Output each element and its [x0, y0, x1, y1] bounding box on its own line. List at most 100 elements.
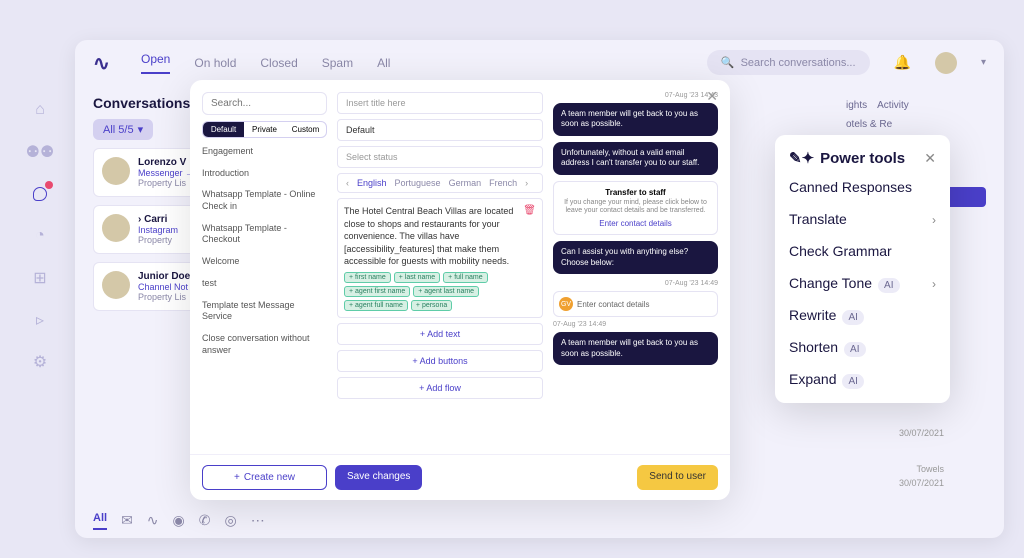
template-search-input[interactable]	[202, 92, 327, 115]
template-modal: ✕ Default Private Custom Engagement Intro…	[190, 80, 730, 500]
filter-all[interactable]: All 5/5 ▾	[93, 119, 153, 140]
loop-icon[interactable]: ∿	[147, 512, 159, 530]
timestamp: 07-Aug '23 14:49	[553, 321, 718, 328]
whatsapp-icon[interactable]: ✆	[199, 512, 211, 530]
modal-footer: +Create new Save changes Send to user	[190, 454, 730, 500]
lang-english[interactable]: English	[357, 178, 387, 188]
card-link[interactable]: Enter contact details	[560, 219, 711, 228]
template-item[interactable]: Introduction	[202, 168, 327, 180]
timestamp: 07-Aug '23 14:43	[553, 92, 718, 99]
add-text-button[interactable]: + Add text	[337, 323, 543, 345]
more-icon[interactable]: ⋯	[251, 512, 265, 530]
messenger-icon[interactable]: ◉	[173, 512, 185, 530]
card-subtitle: If you change your mind, please click be…	[560, 199, 711, 216]
variable-tag[interactable]: + first name	[344, 272, 391, 283]
tab-closed[interactable]: Closed	[260, 56, 297, 70]
variable-tag[interactable]: + full name	[443, 272, 487, 283]
megaphone-icon[interactable]: ▹	[30, 310, 50, 330]
segment-private[interactable]: Private	[244, 122, 285, 137]
power-tool-item[interactable]: ExpandAI	[789, 371, 936, 389]
lang-german[interactable]: German	[449, 178, 482, 188]
bell-icon[interactable]: 🔔	[894, 54, 911, 71]
create-new-button[interactable]: +Create new	[202, 465, 327, 490]
ai-badge: AI	[844, 342, 865, 357]
power-tool-label: Shorten	[789, 339, 838, 355]
variable-tag[interactable]: + agent first name	[344, 286, 410, 297]
template-item[interactable]: Close conversation without answer	[202, 333, 327, 356]
timestamp: 07-Aug '23 14:49	[553, 280, 718, 287]
email-icon[interactable]: ✉	[121, 512, 133, 530]
template-editor: Insert title here Default Select status …	[337, 92, 543, 442]
send-to-user-button[interactable]: Send to user	[637, 465, 718, 490]
save-changes-button[interactable]: Save changes	[335, 465, 422, 490]
input-placeholder: Enter contact details	[577, 300, 649, 309]
instagram-icon[interactable]: ◎	[224, 512, 236, 530]
template-item[interactable]: Whatsapp Template - Online Check in	[202, 189, 327, 212]
channel-tabs: All ✉ ∿ ◉ ✆ ◎ ⋯	[93, 504, 265, 538]
power-tool-label: Check Grammar	[789, 243, 892, 259]
power-tool-item[interactable]: Rewrite AI	[789, 307, 936, 325]
segment-custom[interactable]: Custom	[285, 122, 326, 137]
variable-tag[interactable]: + agent full name	[344, 300, 408, 311]
power-tool-label: Translate	[789, 211, 847, 227]
home-icon[interactable]: ⌂	[30, 100, 50, 120]
template-sidebar: Default Private Custom Engagement Introdu…	[202, 92, 327, 442]
ai-badge: AI	[842, 310, 863, 325]
status-select[interactable]: Select status	[337, 146, 543, 168]
trash-icon[interactable]: 🗑	[523, 205, 536, 216]
tab-open[interactable]: Open	[141, 52, 170, 74]
settings-icon[interactable]: ⚙	[30, 352, 50, 372]
ai-badge: AI	[842, 374, 863, 389]
chart-icon[interactable]: ◔	[30, 226, 50, 246]
lang-portuguese[interactable]: Portuguese	[395, 178, 441, 188]
transfer-card: Transfer to staff If you change your min…	[553, 181, 718, 236]
variable-tag[interactable]: + persona	[411, 300, 452, 311]
user-avatar[interactable]	[935, 52, 957, 74]
template-item[interactable]: Engagement	[202, 146, 327, 158]
power-tool-item[interactable]: Canned Responses	[789, 179, 936, 197]
chevron-right-icon: ›	[932, 277, 936, 291]
variable-tag[interactable]: + agent last name	[413, 286, 479, 297]
power-tool-item[interactable]: Check Grammar	[789, 243, 936, 261]
search-placeholder: Search conversations...	[741, 57, 856, 69]
close-icon[interactable]: ✕	[924, 150, 936, 167]
template-scope-segment[interactable]: Default Private Custom	[202, 121, 327, 138]
add-buttons-button[interactable]: + Add buttons	[337, 350, 543, 372]
tab-onhold[interactable]: On hold	[194, 56, 236, 70]
chat-icon[interactable]	[30, 184, 50, 204]
variable-tag[interactable]: + last name	[394, 272, 440, 283]
body-textarea[interactable]: 🗑 The Hotel Central Beach Villas are loc…	[337, 198, 543, 318]
chat-preview: 07-Aug '23 14:43 A team member will get …	[553, 92, 718, 442]
bot-message: Can I assist you with anything else? Cho…	[553, 241, 718, 274]
search-input[interactable]: 🔍 Search conversations...	[707, 50, 870, 75]
tab-all[interactable]: All	[377, 56, 390, 70]
channel-tab-all[interactable]: All	[93, 512, 107, 530]
flows-icon[interactable]: ⊞	[30, 268, 50, 288]
chevron-down-icon[interactable]: ▾	[981, 57, 986, 68]
power-tool-label: Change Tone	[789, 275, 872, 291]
bot-message: A team member will get back to you as so…	[553, 332, 718, 365]
users-icon[interactable]: ⚉⚉	[30, 142, 50, 162]
tab-activity[interactable]: Activity	[877, 100, 909, 111]
default-select[interactable]: Default	[337, 119, 543, 141]
template-item[interactable]: Template test Message Service	[202, 300, 327, 323]
template-item[interactable]: test	[202, 278, 327, 290]
logo-icon: ∿	[93, 51, 117, 75]
lang-french[interactable]: French	[489, 178, 517, 188]
power-tool-item[interactable]: Change ToneAI›	[789, 275, 936, 293]
tab-insights[interactable]: ights	[846, 100, 867, 111]
template-item[interactable]: Whatsapp Template - Checkout	[202, 223, 327, 246]
power-tool-label: Rewrite	[789, 307, 836, 323]
title-input[interactable]: Insert title here	[337, 92, 543, 114]
close-icon[interactable]: ✕	[706, 88, 718, 105]
power-tool-item[interactable]: Translate›	[789, 211, 936, 229]
body-text: The Hotel Central Beach Villas are locat…	[344, 205, 536, 268]
power-tool-item[interactable]: Shorten AI	[789, 339, 936, 357]
tab-spam[interactable]: Spam	[322, 56, 353, 70]
search-icon: 🔍	[721, 56, 735, 69]
hotel-label: otels & Re	[846, 119, 986, 130]
template-item[interactable]: Welcome	[202, 256, 327, 268]
segment-default[interactable]: Default	[203, 122, 244, 137]
power-tools-popover: ✎✦Power tools ✕ Canned ResponsesTranslat…	[775, 135, 950, 403]
add-flow-button[interactable]: + Add flow	[337, 377, 543, 399]
